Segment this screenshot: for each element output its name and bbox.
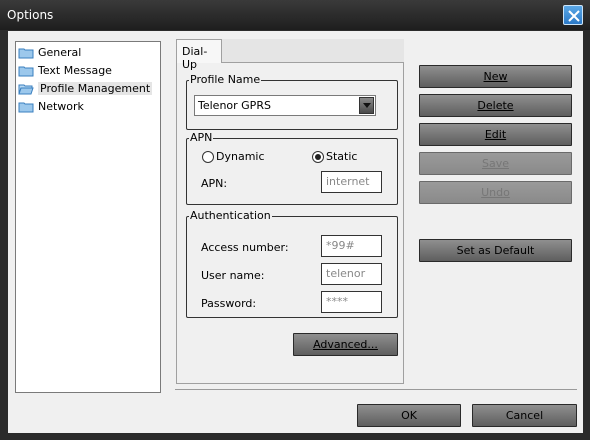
tree-item-label: General — [38, 46, 82, 59]
edit-button[interactable]: Edit — [419, 123, 572, 146]
tree-item-label: Profile Management — [38, 82, 153, 95]
options-tree[interactable]: General Text Message Profile Management … — [15, 41, 161, 393]
save-button[interactable]: Save — [419, 152, 572, 175]
static-radio-label: Static — [326, 150, 358, 163]
cancel-button[interactable]: Cancel — [472, 404, 577, 427]
chevron-down-icon — [363, 103, 371, 108]
undo-button[interactable]: Undo — [419, 181, 572, 204]
close-icon — [568, 10, 580, 22]
edit-button-label: Edit — [484, 128, 507, 141]
profile-select[interactable]: Telenor GPRS — [194, 95, 376, 116]
tab-dial-up[interactable]: Dial-Up — [176, 39, 222, 71]
password-input[interactable]: **** — [321, 291, 382, 313]
close-button[interactable] — [563, 5, 583, 25]
tree-item-label: Text Message — [38, 64, 112, 77]
set-as-default-button[interactable]: Set as Default — [419, 239, 572, 262]
dialog-client-area: General Text Message Profile Management … — [8, 31, 583, 433]
folder-icon — [18, 47, 34, 59]
radio-circle-selected — [312, 150, 324, 163]
access-number-input[interactable]: *99# — [321, 235, 382, 257]
tree-item-text-message[interactable]: Text Message — [18, 62, 112, 79]
folder-icon — [18, 65, 34, 77]
undo-button-label: Undo — [481, 186, 510, 199]
tab-control: Dial-Up Profile Name Telenor GPRS APN Dy… — [176, 39, 404, 384]
password-label: Password: — [201, 297, 257, 310]
dynamic-radio-label: Dynamic — [216, 150, 265, 163]
advanced-button-label: Advanced... — [313, 338, 378, 351]
cancel-button-label: Cancel — [505, 409, 544, 422]
apn-group-label: APN — [189, 131, 214, 144]
set-as-default-button-label: Set as Default — [456, 244, 535, 257]
new-button-label: New — [483, 70, 508, 83]
tree-item-profile-management[interactable]: Profile Management — [18, 80, 153, 97]
ok-button[interactable]: OK — [357, 404, 461, 427]
tab-strip-background — [222, 39, 404, 62]
static-radio[interactable]: Static — [312, 150, 357, 163]
open-folder-icon — [18, 83, 34, 95]
ok-button-label: OK — [401, 409, 417, 422]
advanced-button[interactable]: Advanced... — [293, 333, 398, 356]
delete-button[interactable]: Delete — [419, 94, 572, 117]
tree-item-network[interactable]: Network — [18, 98, 84, 115]
options-dialog: Options General Text Message Profile Man… — [0, 0, 590, 440]
tree-item-label: Network — [38, 100, 84, 113]
save-button-label: Save — [481, 157, 509, 170]
dynamic-radio[interactable]: Dynamic — [202, 150, 265, 163]
new-button[interactable]: New — [419, 65, 572, 88]
authentication-group-label: Authentication — [189, 209, 272, 222]
profile-select-value: Telenor GPRS — [198, 99, 271, 112]
folder-icon — [18, 101, 34, 113]
user-name-label: User name: — [201, 269, 265, 282]
footer-divider — [175, 389, 577, 390]
user-name-input[interactable]: telenor — [321, 263, 382, 285]
profile-name-label: Profile Name — [189, 73, 262, 86]
delete-button-label: Delete — [477, 99, 514, 112]
radio-circle — [202, 150, 214, 163]
title-bar[interactable]: Options — [0, 0, 590, 30]
tree-item-general[interactable]: General — [18, 44, 81, 61]
window-title: Options — [7, 8, 54, 22]
dial-up-panel: Profile Name Telenor GPRS APN Dynamic St… — [176, 62, 404, 384]
dropdown-arrow-button[interactable] — [359, 97, 374, 114]
apn-input[interactable]: internet — [321, 171, 382, 193]
access-number-label: Access number: — [201, 241, 289, 254]
apn-field-label: APN: — [201, 177, 228, 190]
